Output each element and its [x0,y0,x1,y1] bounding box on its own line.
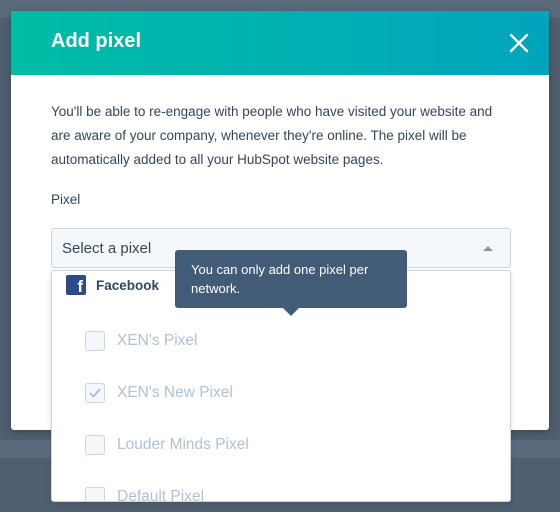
close-icon [509,33,529,53]
facebook-group-header: f Facebook [66,274,159,296]
checkbox[interactable] [85,487,105,501]
option-label: XEN's Pixel [117,332,198,349]
pixel-field-label: Pixel [51,192,81,207]
option-label: XEN's New Pixel [117,384,233,401]
option-label: Default Pixel [117,488,205,502]
option-label: Louder Minds Pixel [117,436,249,453]
select-placeholder: Select a pixel [62,240,152,257]
checkbox[interactable] [85,331,105,351]
modal-title: Add pixel [51,30,142,52]
facebook-icon: f [66,275,86,296]
caret-up-icon [483,246,493,251]
pixel-option-xens-pixel[interactable]: XEN's Pixel [85,330,197,352]
intro-text: You'll be able to re-engage with people … [51,104,493,167]
tooltip-arrow [283,308,299,316]
tooltip: You can only add one pixel per network. [175,250,407,316]
modal-body: You'll be able to re-engage with people … [11,75,549,207]
pixel-option-xens-new-pixel[interactable]: XEN's New Pixel [85,382,233,404]
close-button[interactable] [507,31,531,55]
pixel-option-louder-minds-pixel[interactable]: Louder Minds Pixel [85,434,249,456]
pixel-option-default-pixel[interactable]: Default Pixel [85,486,205,502]
checkbox[interactable] [85,435,105,455]
checkmark-icon [89,388,101,398]
checkbox-checked[interactable] [85,383,105,403]
tooltip-text: You can only add one pixel per network. [191,262,369,296]
modal-header: Add pixel [11,11,549,75]
group-label: Facebook [96,277,160,293]
